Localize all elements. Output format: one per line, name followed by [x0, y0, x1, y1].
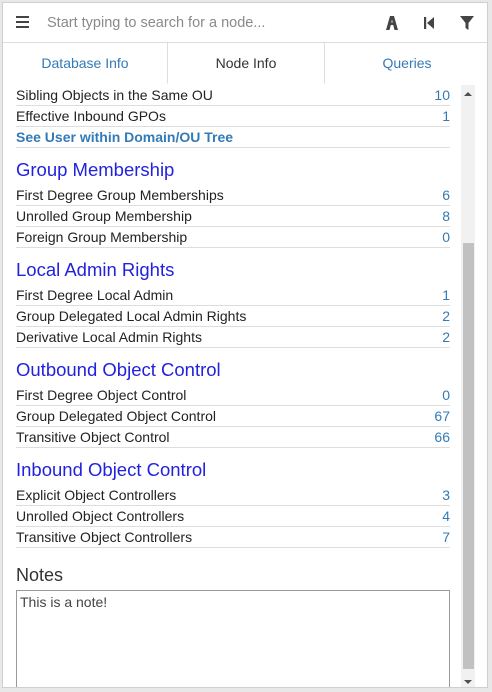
- tab-queries[interactable]: Queries: [325, 43, 487, 84]
- tab-database-info[interactable]: Database Info: [3, 43, 167, 84]
- list-item: First Degree Group Memberships 6: [16, 185, 450, 206]
- list-item: Group Delegated Local Admin Rights 2: [16, 306, 450, 327]
- list-item: First Degree Object Control 0: [16, 385, 450, 406]
- scroll-down-arrow-icon[interactable]: [461, 675, 475, 687]
- row-value[interactable]: 0: [442, 227, 450, 248]
- row-value[interactable]: 10: [434, 85, 450, 106]
- row-label: Unrolled Object Controllers: [16, 508, 185, 524]
- row-value[interactable]: 1: [442, 106, 450, 127]
- list-item: Sibling Objects in the Same OU 10: [16, 85, 450, 106]
- row-value[interactable]: 7: [442, 527, 450, 548]
- row-value[interactable]: 2: [442, 327, 450, 348]
- row-value[interactable]: 4: [442, 506, 450, 527]
- tab-bar: Database Info Node Info Queries: [3, 43, 487, 84]
- list-item: Derivative Local Admin Rights 2: [16, 327, 450, 348]
- row-label: Derivative Local Admin Rights: [16, 329, 202, 345]
- search-bar: [3, 3, 487, 43]
- back-icon[interactable]: [420, 14, 438, 32]
- filter-icon[interactable]: [458, 14, 476, 32]
- row-label: First Degree Local Admin: [16, 287, 174, 303]
- section-title-local-admin-rights: Local Admin Rights: [16, 259, 175, 280]
- tab-node-info[interactable]: Node Info: [167, 43, 325, 84]
- pathfinding-icon[interactable]: [383, 14, 401, 32]
- row-label: Sibling Objects in the Same OU: [16, 87, 213, 103]
- list-item: Transitive Object Control 66: [16, 427, 450, 448]
- row-value[interactable]: 66: [434, 427, 450, 448]
- row-label: Explicit Object Controllers: [16, 487, 177, 503]
- scrollbar[interactable]: [461, 85, 475, 687]
- row-value[interactable]: 6: [442, 185, 450, 206]
- row-value[interactable]: 8: [442, 206, 450, 227]
- row-label: Group Delegated Local Admin Rights: [16, 308, 247, 324]
- list-item: Group Delegated Object Control 67: [16, 406, 450, 427]
- row-label: Group Delegated Object Control: [16, 408, 216, 424]
- see-user-in-tree-link[interactable]: See User within Domain/OU Tree: [16, 127, 233, 148]
- row-value[interactable]: 2: [442, 306, 450, 327]
- node-info-content: Sibling Objects in the Same OU 10 Effect…: [3, 85, 487, 687]
- list-item: Explicit Object Controllers 3: [16, 485, 450, 506]
- list-item: Unrolled Object Controllers 4: [16, 506, 450, 527]
- scroll-up-arrow-icon[interactable]: [461, 87, 475, 101]
- list-item: Unrolled Group Membership 8: [16, 206, 450, 227]
- row-label: Effective Inbound GPOs: [16, 108, 166, 124]
- section-title-outbound-object-control: Outbound Object Control: [16, 359, 221, 380]
- row-label: First Degree Group Memberships: [16, 187, 224, 203]
- notes-title: Notes: [16, 565, 64, 585]
- list-item: Transitive Object Controllers 7: [16, 527, 450, 548]
- list-item: Foreign Group Membership 0: [16, 227, 450, 248]
- node-info-panel: Database Info Node Info Queries Sibling …: [2, 2, 488, 688]
- scrollbar-thumb[interactable]: [463, 243, 474, 669]
- list-item: See User within Domain/OU Tree: [16, 127, 450, 148]
- row-value[interactable]: 67: [434, 406, 450, 427]
- notes-textarea[interactable]: This is a note!: [16, 590, 450, 687]
- menu-icon[interactable]: [15, 14, 31, 30]
- section-title-inbound-object-control: Inbound Object Control: [16, 459, 207, 480]
- row-value[interactable]: 0: [442, 385, 450, 406]
- row-label: Foreign Group Membership: [16, 229, 188, 245]
- search-input[interactable]: [47, 11, 367, 35]
- row-label: First Degree Object Control: [16, 387, 187, 403]
- list-item: Effective Inbound GPOs 1: [16, 106, 450, 127]
- section-title-group-membership: Group Membership: [16, 159, 175, 180]
- list-item: First Degree Local Admin 1: [16, 285, 450, 306]
- row-label: Unrolled Group Membership: [16, 208, 192, 224]
- row-value[interactable]: 3: [442, 485, 450, 506]
- row-label: Transitive Object Control: [16, 429, 170, 445]
- row-value[interactable]: 1: [442, 285, 450, 306]
- row-label: Transitive Object Controllers: [16, 529, 193, 545]
